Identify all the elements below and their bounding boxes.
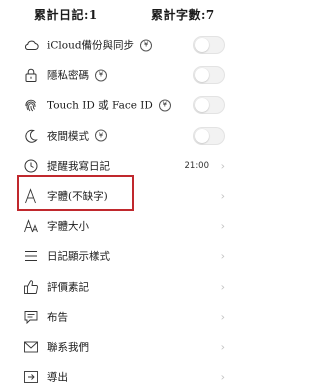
vip-badge-icon: ¥ bbox=[95, 69, 107, 82]
chevron-right-icon: › bbox=[220, 310, 225, 324]
setting-label: 提醒我寫日記 bbox=[47, 160, 110, 173]
setting-icloud-sync[interactable]: iCloud備份與同步 ¥ bbox=[0, 30, 253, 60]
toggle-knob bbox=[195, 68, 209, 83]
chevron-right-icon: › bbox=[220, 340, 225, 354]
cloud-icon bbox=[22, 36, 40, 54]
setting-label: 夜間模式 bbox=[47, 130, 89, 143]
setting-announcement[interactable]: 布告 › bbox=[0, 302, 253, 332]
setting-label: Touch ID 或 Face ID bbox=[47, 99, 153, 112]
font-size-icon bbox=[22, 217, 40, 235]
vip-badge-icon: ¥ bbox=[140, 39, 153, 52]
chevron-right-icon: › bbox=[220, 280, 225, 294]
icloud-sync-toggle[interactable] bbox=[193, 36, 225, 55]
setting-label: 導出 bbox=[47, 371, 68, 384]
mail-icon bbox=[22, 338, 40, 356]
vip-badge-icon: ¥ bbox=[158, 99, 171, 112]
toggle-knob bbox=[195, 98, 209, 113]
setting-label: 日記顯示樣式 bbox=[47, 250, 110, 263]
moon-icon bbox=[22, 127, 40, 145]
setting-label: 字體大小 bbox=[47, 220, 89, 233]
setting-display-style[interactable]: 日記顯示樣式 › bbox=[0, 241, 253, 271]
toggle-knob bbox=[195, 38, 209, 53]
settings-list: iCloud備份與同步 ¥ 隱私密碼 ¥ Touch ID 或 Face ID … bbox=[0, 30, 253, 392]
chevron-right-icon: › bbox=[220, 159, 225, 173]
setting-biometric[interactable]: Touch ID 或 Face ID ¥ bbox=[0, 90, 253, 120]
biometric-toggle[interactable] bbox=[193, 96, 225, 115]
chevron-right-icon: › bbox=[220, 370, 225, 384]
chevron-right-icon: › bbox=[220, 249, 225, 263]
setting-export[interactable]: 導出 › bbox=[0, 362, 253, 392]
reminder-time-value: 21:00 bbox=[184, 160, 210, 171]
announcement-icon bbox=[22, 308, 40, 326]
setting-contact[interactable]: 聯系我們 › bbox=[0, 332, 253, 362]
chevron-right-icon: › bbox=[220, 189, 225, 203]
setting-night-mode[interactable]: 夜間模式 ¥ bbox=[0, 121, 253, 151]
stats-header: 累計日記:1 累計字數:7 bbox=[0, 0, 253, 26]
lock-icon bbox=[22, 66, 40, 84]
setting-privacy-password[interactable]: 隱私密碼 ¥ bbox=[0, 60, 253, 90]
night-mode-toggle[interactable] bbox=[193, 126, 225, 145]
word-count: 累計字數:7 bbox=[151, 8, 215, 22]
setting-label: iCloud備份與同步 bbox=[47, 39, 135, 52]
privacy-password-toggle[interactable] bbox=[193, 66, 225, 85]
thumbs-up-icon bbox=[22, 278, 40, 296]
toggle-knob bbox=[195, 128, 209, 143]
vip-badge-icon: ¥ bbox=[95, 129, 107, 142]
font-setting-highlight-box bbox=[17, 175, 134, 211]
diary-count: 累計日記:1 bbox=[34, 8, 98, 22]
export-icon bbox=[22, 368, 40, 386]
chevron-right-icon: › bbox=[220, 219, 225, 233]
setting-label: 評價素記 bbox=[47, 281, 89, 294]
clock-icon bbox=[22, 157, 40, 175]
fingerprint-icon bbox=[22, 96, 40, 114]
setting-label: 聯系我們 bbox=[47, 341, 89, 354]
setting-font-size[interactable]: 字體大小 › bbox=[0, 211, 253, 241]
list-icon bbox=[22, 247, 40, 265]
setting-label: 布告 bbox=[47, 311, 68, 324]
setting-label: 隱私密碼 bbox=[47, 69, 89, 82]
setting-rate-app[interactable]: 評價素記 › bbox=[0, 272, 253, 302]
